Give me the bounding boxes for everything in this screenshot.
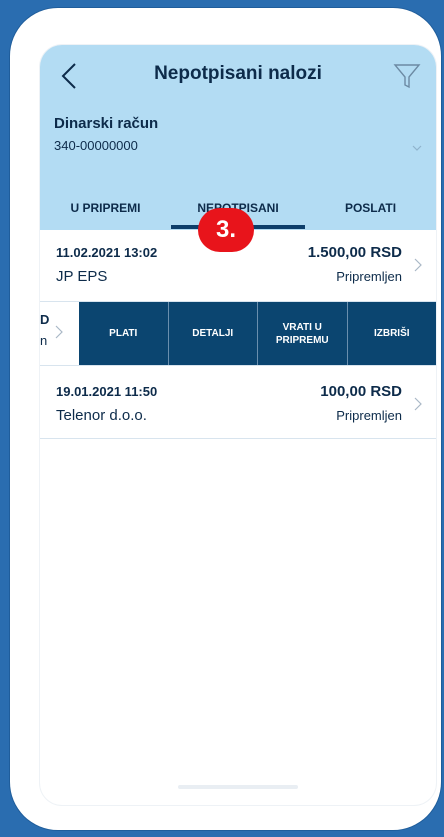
order-date: 19.01.2021 11:50	[56, 384, 158, 399]
page-title: Nepotpisani nalozi	[154, 63, 322, 84]
order-row[interactable]: 19.01.2021 11:50 Telenor d.o.o. 100,00 R…	[40, 366, 436, 438]
order-amount: 100,00 RSD	[320, 383, 402, 400]
tab-u-pripremi[interactable]: U PRIPREMI	[40, 185, 171, 230]
swiped-row-peek-sub: n	[40, 333, 48, 348]
order-date: 11.02.2021 13:02	[56, 245, 158, 260]
divider	[40, 438, 436, 439]
phone-frame: Nepotpisani nalozi Dinarski račun 340-00…	[10, 8, 441, 830]
chevron-down-icon	[412, 145, 422, 151]
order-status: Pripremljen	[336, 269, 402, 284]
return-to-draft-button[interactable]: VRATI U PRIPREMU	[258, 302, 348, 365]
details-button[interactable]: DETALJI	[168, 302, 258, 365]
swiped-row-peek: D	[40, 312, 50, 327]
account-name: Dinarski račun	[54, 115, 159, 132]
tab-poslati[interactable]: POSLATI	[305, 185, 436, 230]
chevron-right-icon	[414, 397, 422, 411]
header: Nepotpisani nalozi Dinarski račun 340-00…	[40, 45, 436, 230]
swipe-actions-row: D n PLATI DETALJI VRATI U PRIPREMU IZBRI…	[40, 302, 436, 365]
pay-button[interactable]: PLATI	[79, 302, 169, 365]
account-selector[interactable]	[410, 140, 424, 151]
chevron-right-icon	[414, 258, 422, 272]
filter-icon	[393, 64, 421, 89]
tab-label: U PRIPREMI	[70, 200, 141, 215]
step-badge: 3.	[198, 208, 254, 252]
account-number: 340-00000000	[54, 138, 138, 153]
home-indicator	[178, 785, 298, 789]
filter-button[interactable]	[392, 61, 422, 91]
order-amount: 1.500,00 RSD	[307, 244, 402, 261]
order-status: Pripremljen	[336, 408, 402, 423]
chevron-right-icon	[55, 325, 63, 339]
tab-label: POSLATI	[344, 200, 397, 215]
delete-button[interactable]: IZBRIŠI	[347, 302, 436, 365]
app-screen: Nepotpisani nalozi Dinarski račun 340-00…	[40, 45, 436, 805]
order-payee: Telenor d.o.o.	[56, 407, 147, 424]
action-buttons: PLATI DETALJI VRATI U PRIPREMU IZBRIŠI	[79, 302, 436, 365]
order-payee: JP EPS	[56, 268, 108, 285]
